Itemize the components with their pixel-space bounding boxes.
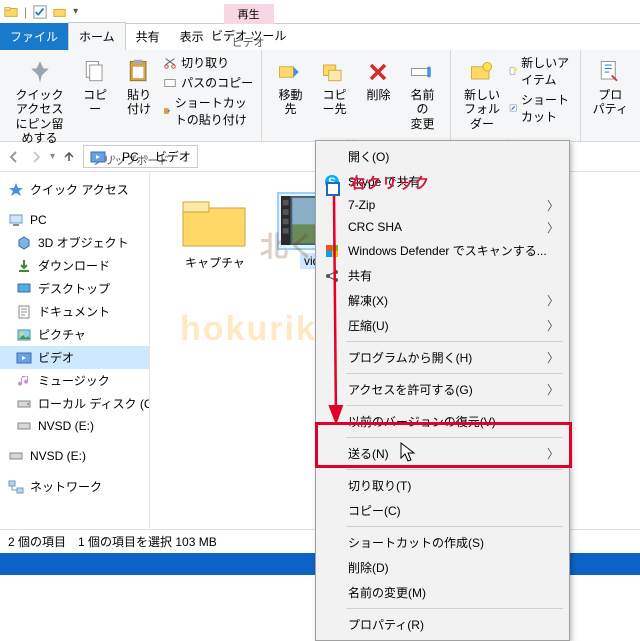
ribbon-group-new: 新しい フォルダー 新しいアイテム ショートカット 新規 [451, 50, 580, 141]
properties-button[interactable]: プロパティ [589, 54, 632, 121]
menu-separator [346, 341, 563, 342]
tab-file[interactable]: ファイル [0, 23, 68, 50]
pasteshortcut-button[interactable]: ショートカットの貼り付け [163, 94, 253, 128]
chevron-right-icon: 〉 [547, 381, 559, 398]
menu-7zip[interactable]: 7-Zip〉 [318, 194, 567, 216]
chevron-right-icon: 〉 [547, 317, 559, 334]
menu-zip[interactable]: 圧縮(U)〉 [318, 313, 567, 338]
ribbon: クイック アクセス にピン留めする コピー 貼り付け 切り取り パスのコピー シ… [0, 50, 640, 142]
moveto-button[interactable]: 移動先 [270, 54, 310, 121]
sidebar-downloads[interactable]: ダウンロード [0, 254, 149, 277]
menu-separator [346, 373, 563, 374]
menu-separator [346, 405, 563, 406]
menu-separator [346, 469, 563, 470]
menu-cut[interactable]: 切り取り(T) [318, 473, 567, 498]
nav-sidebar: クイック アクセス PC 3D オブジェクト ダウンロード デスクトップ ドキュ… [0, 172, 150, 529]
menu-unzip[interactable]: 解凍(X)〉 [318, 288, 567, 313]
menu-copy[interactable]: コピー(C) [318, 498, 567, 523]
folder-small-icon[interactable] [53, 5, 67, 19]
copyto-button[interactable]: コピー先 [314, 54, 354, 121]
menu-open[interactable]: 開く(O) [318, 144, 567, 169]
sidebar-quick-access[interactable]: クイック アクセス [0, 178, 149, 201]
context-menu: 開く(O) SSkype で共有 7-Zip〉 CRC SHA〉 Windows… [315, 140, 570, 641]
video-folder-icon [90, 149, 106, 165]
rename-button[interactable]: 名前の 変更 [402, 54, 442, 135]
qat-sep: | [24, 5, 27, 19]
chevron-right-icon: 〉 [547, 219, 559, 236]
menu-separator [346, 526, 563, 527]
folder-icon [4, 5, 18, 19]
forward-icon[interactable] [28, 149, 44, 165]
pin-button[interactable]: クイック アクセス にピン留めする [8, 54, 71, 150]
paste-button[interactable]: 貼り付け [119, 54, 159, 121]
chevron-right-icon: 〉 [547, 197, 559, 214]
breadcrumb[interactable]: › PC › ビデオ [83, 145, 198, 168]
sidebar-nvsd-2[interactable]: NVSD (E:) [0, 445, 149, 467]
delete-button[interactable]: 削除 [358, 54, 398, 106]
sidebar-pc[interactable]: PC [0, 209, 149, 231]
menu-openwith[interactable]: プログラムから開く(H)〉 [318, 345, 567, 370]
menu-prevversion[interactable]: 以前のバージョンの復元(V) [318, 409, 567, 434]
menu-createshortcut[interactable]: ショートカットの作成(S) [318, 530, 567, 555]
share-icon [324, 268, 340, 284]
chevron-right-icon: 〉 [547, 445, 559, 462]
menu-defender[interactable]: Windows Defender でスキャンする... [318, 238, 567, 263]
titlebar: | ▾ [0, 0, 640, 24]
back-icon[interactable] [6, 149, 22, 165]
tab-videotools[interactable]: ビデオ ツール [205, 24, 292, 47]
menu-separator [346, 437, 563, 438]
sidebar-network[interactable]: ネットワーク [0, 475, 149, 498]
annotation-origin-marker [326, 182, 340, 196]
menu-rename[interactable]: 名前の変更(M) [318, 580, 567, 605]
ribbon-group-clipboard: クイック アクセス にピン留めする コピー 貼り付け 切り取り パスのコピー シ… [0, 50, 262, 141]
recent-icon[interactable]: ▾ [50, 151, 55, 162]
sidebar-local-c[interactable]: ローカル ディスク (C:) [0, 392, 149, 415]
sidebar-nvsd-1[interactable]: NVSD (E:) [0, 415, 149, 437]
sidebar-music[interactable]: ミュージック [0, 369, 149, 392]
menu-sendto[interactable]: 送る(N)〉 [318, 441, 567, 466]
qat-overflow-icon[interactable]: ▾ [73, 6, 78, 17]
sidebar-pictures[interactable]: ピクチャ [0, 323, 149, 346]
folder-label: キャプチャ [185, 256, 245, 270]
menu-access[interactable]: アクセスを許可する(G)〉 [318, 377, 567, 402]
menu-crcsha[interactable]: CRC SHA〉 [318, 216, 567, 238]
newitem-button[interactable]: 新しいアイテム [509, 54, 572, 88]
checkbox-icon[interactable] [33, 5, 47, 19]
chevron-right-icon: 〉 [547, 349, 559, 366]
copy-button[interactable]: コピー [75, 54, 115, 121]
menu-skype[interactable]: SSkype で共有 [318, 169, 567, 194]
shortcut-button[interactable]: ショートカット [509, 91, 572, 125]
chevron-right-icon: 〉 [547, 292, 559, 309]
sidebar-videos[interactable]: ビデオ [0, 346, 149, 369]
folder-capture[interactable]: キャプチャ [170, 192, 260, 271]
bc-video[interactable]: ビデオ [155, 148, 191, 165]
tab-play[interactable]: 再生 [224, 4, 274, 24]
ribbon-group-open: プロパティ [581, 50, 640, 141]
cut-button[interactable]: 切り取り [163, 54, 253, 71]
sidebar-documents[interactable]: ドキュメント [0, 300, 149, 323]
status-count: 2 個の項目 [8, 533, 66, 550]
copypath-button[interactable]: パスのコピー [163, 74, 253, 91]
up-icon[interactable] [61, 149, 77, 165]
status-selection: 1 個の項目を選択 103 MB [78, 533, 217, 550]
newfolder-button[interactable]: 新しい フォルダー [459, 54, 504, 135]
sidebar-desktop[interactable]: デスクトップ [0, 277, 149, 300]
ribbon-tabrow: ファイル ホーム 共有 表示 ビデオ 再生 ビデオ ツール [0, 24, 640, 50]
tab-home[interactable]: ホーム [68, 22, 126, 50]
sidebar-3dobjects[interactable]: 3D オブジェクト [0, 231, 149, 254]
menu-delete[interactable]: 削除(D) [318, 555, 567, 580]
ribbon-group-organize: 移動先 コピー先 削除 名前の 変更 整理 [262, 50, 451, 141]
menu-properties[interactable]: プロパティ(R) [318, 612, 567, 637]
defender-icon [324, 243, 340, 259]
menu-share[interactable]: 共有 [318, 263, 567, 288]
menu-separator [346, 608, 563, 609]
tab-share[interactable]: 共有 [126, 23, 170, 50]
bc-pc[interactable]: PC [122, 150, 139, 164]
